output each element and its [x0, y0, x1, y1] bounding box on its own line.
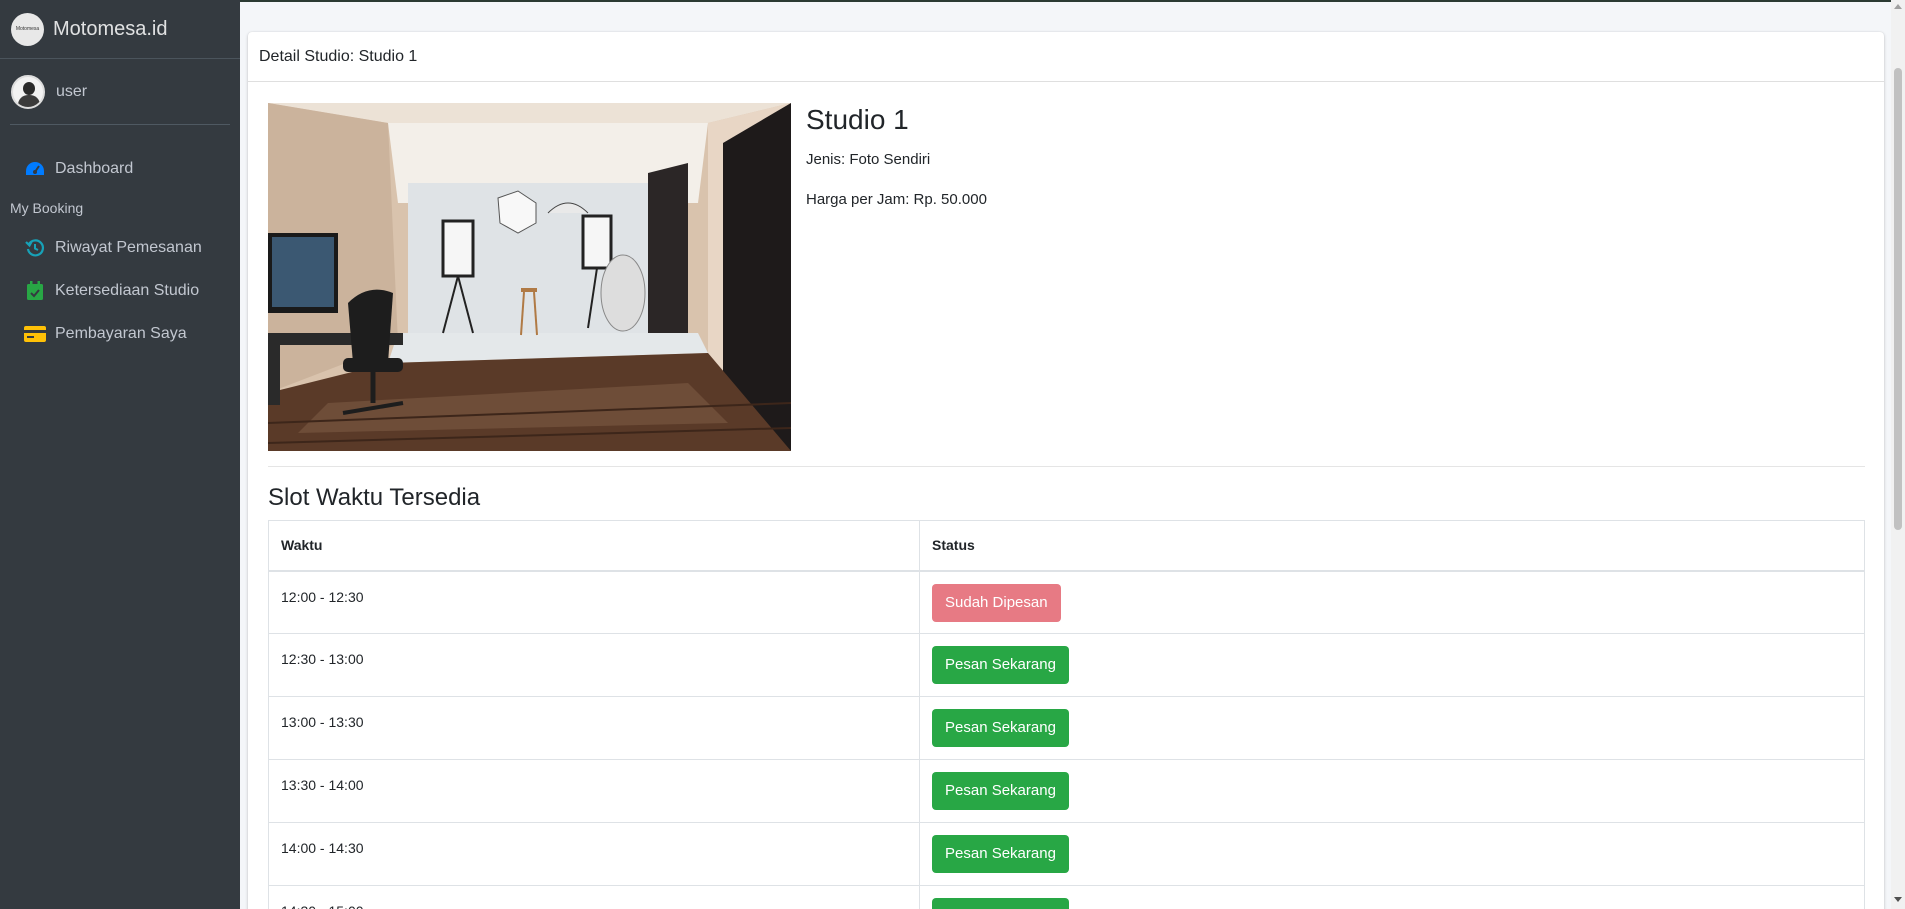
book-now-button[interactable]: Pesan Sekarang — [932, 646, 1069, 684]
sidebar-item-riwayat-pemesanan[interactable]: Riwayat Pemesanan — [8, 226, 232, 269]
sidebar-item-dashboard[interactable]: Dashboard — [8, 147, 232, 190]
user-panel[interactable]: user — [10, 59, 230, 125]
sidebar-nav: Dashboard My Booking Riwayat Pemesanan K… — [0, 147, 240, 355]
studio-photo — [268, 103, 791, 451]
sidebar-item-label: Ketersediaan Studio — [55, 281, 200, 299]
book-now-button[interactable]: Pesan Sekarang — [932, 772, 1069, 810]
nav-header-my-booking: My Booking — [10, 200, 84, 216]
slot-status-cell: Pesan Sekarang — [919, 696, 1865, 760]
brand-logo-text: Motomesa — [15, 26, 40, 32]
sidebar-item-label: Riwayat Pemesanan — [55, 238, 202, 256]
slot-time: 14:30 - 15:00 — [268, 885, 920, 909]
studio-price: Harga per Jam: Rp. 50.000 — [806, 191, 987, 208]
card-title: Detail Studio: Studio 1 — [259, 47, 418, 65]
slot-time: 13:30 - 14:00 — [268, 759, 920, 823]
section-divider — [268, 466, 1865, 467]
scroll-up-icon[interactable] — [1894, 4, 1902, 9]
table-row: 13:00 - 13:30 Pesan Sekarang — [268, 696, 1865, 760]
slot-time: 12:00 - 12:30 — [268, 570, 920, 634]
card-header: Detail Studio: Studio 1 — [248, 32, 1884, 82]
slot-status-cell: Pesan Sekarang — [919, 885, 1865, 909]
scroll-thumb[interactable] — [1894, 68, 1902, 530]
slot-time: 13:00 - 13:30 — [268, 696, 920, 760]
slot-status-cell: Pesan Sekarang — [919, 633, 1865, 697]
sidebar: Motomesa Motomesa.id user Dashboard My B… — [0, 0, 240, 909]
page-scrollbar[interactable] — [1891, 0, 1905, 909]
slot-section-title: Slot Waktu Tersedia — [268, 484, 481, 511]
slot-time: 12:30 - 13:00 — [268, 633, 920, 697]
booked-button: Sudah Dipesan — [932, 583, 1061, 622]
studio-type: Jenis: Foto Sendiri — [806, 151, 931, 168]
column-header-status: Status — [919, 520, 1865, 572]
brand-link[interactable]: Motomesa Motomesa.id — [0, 0, 240, 59]
history-icon — [24, 238, 46, 258]
studio-info: Studio 1 Jenis: Foto Sendiri Harga per J… — [806, 104, 987, 208]
sidebar-item-ketersediaan-studio[interactable]: Ketersediaan Studio — [8, 269, 232, 312]
slot-status-cell: Pesan Sekarang — [919, 822, 1865, 886]
brand-logo: Motomesa — [11, 12, 44, 46]
sidebar-item-label: Pembayaran Saya — [55, 324, 187, 342]
avatar — [11, 74, 45, 109]
table-row: 14:30 - 15:00 Pesan Sekarang — [268, 885, 1865, 909]
calendar-check-icon — [24, 280, 46, 301]
brand-name: Motomesa.id — [53, 17, 168, 40]
table-header-row: Waktu Status — [268, 520, 1865, 572]
sidebar-item-label: Dashboard — [55, 159, 134, 177]
sidebar-item-pembayaran-saya[interactable]: Pembayaran Saya — [8, 312, 232, 355]
slot-status-cell: Pesan Sekarang — [919, 759, 1865, 823]
book-now-button[interactable]: Pesan Sekarang — [932, 835, 1069, 873]
top-border — [240, 0, 1905, 2]
studio-name: Studio 1 — [806, 104, 909, 135]
tachometer-icon — [24, 159, 46, 179]
studio-detail-card: Detail Studio: Studio 1 Studio 1 Jenis: … — [248, 32, 1884, 909]
table-row: 14:00 - 14:30 Pesan Sekarang — [268, 822, 1865, 886]
book-now-button[interactable]: Pesan Sekarang — [932, 709, 1069, 747]
table-row: 12:00 - 12:30 Sudah Dipesan — [268, 570, 1865, 634]
table-row: 12:30 - 13:00 Pesan Sekarang — [268, 633, 1865, 697]
book-now-button[interactable]: Pesan Sekarang — [932, 898, 1069, 909]
table-row: 13:30 - 14:00 Pesan Sekarang — [268, 759, 1865, 823]
scroll-down-icon[interactable] — [1894, 897, 1902, 902]
column-header-waktu: Waktu — [268, 520, 920, 572]
slot-time: 14:00 - 14:30 — [268, 822, 920, 886]
slot-table: Waktu Status 12:00 - 12:30 Sudah Dipesan… — [268, 520, 1865, 909]
user-name: user — [56, 82, 88, 100]
slot-status-cell: Sudah Dipesan — [919, 570, 1865, 634]
credit-card-icon — [24, 324, 46, 344]
